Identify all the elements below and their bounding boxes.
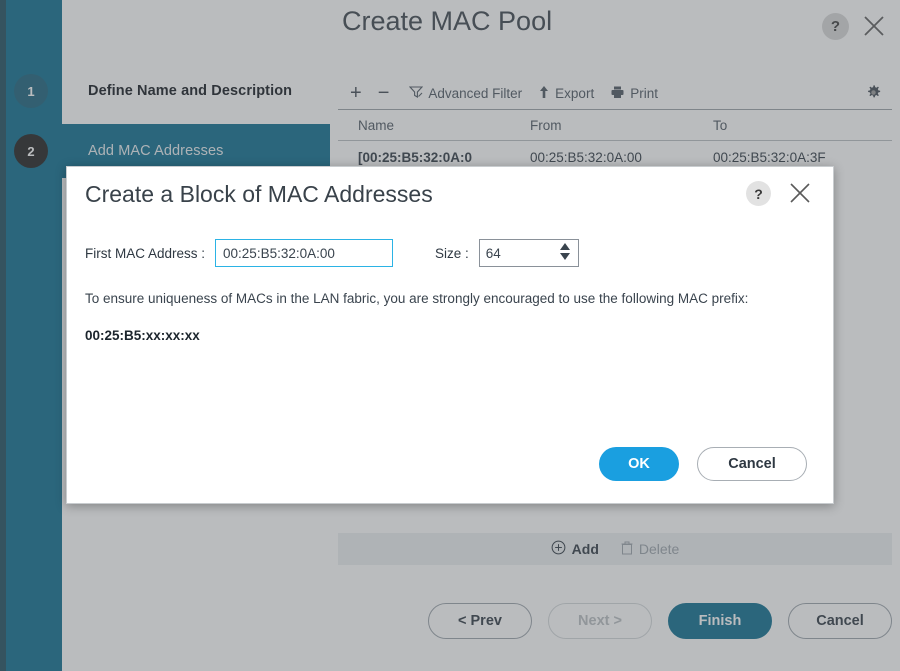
dialog-footer: OK Cancel [599,447,807,481]
app-root: 1 2 Define Name and Description Add MAC … [0,0,900,671]
stepper-arrows[interactable] [559,243,570,260]
dialog-title: Create a Block of MAC Addresses [85,181,433,207]
stepper-up-icon[interactable] [559,243,570,250]
dialog-form-row: First MAC Address : Size : [85,239,579,267]
dialog-cancel-button[interactable]: Cancel [697,447,807,481]
stepper-down-icon[interactable] [559,253,570,260]
size-stepper[interactable] [478,239,579,267]
size-input[interactable] [479,240,548,266]
ok-button[interactable]: OK [599,447,679,481]
create-mac-block-dialog: Create a Block of MAC Addresses ? First … [66,166,834,504]
first-mac-address-input[interactable] [215,239,394,267]
first-mac-address-label: First MAC Address : [85,245,206,261]
dialog-help-icon[interactable]: ? [746,181,771,206]
recommended-mac-prefix: 00:25:B5:xx:xx:xx [85,328,200,343]
dialog-close-icon[interactable] [787,180,813,206]
dialog-description: To ensure uniqueness of MACs in the LAN … [85,291,749,306]
size-label: Size : [435,245,469,261]
